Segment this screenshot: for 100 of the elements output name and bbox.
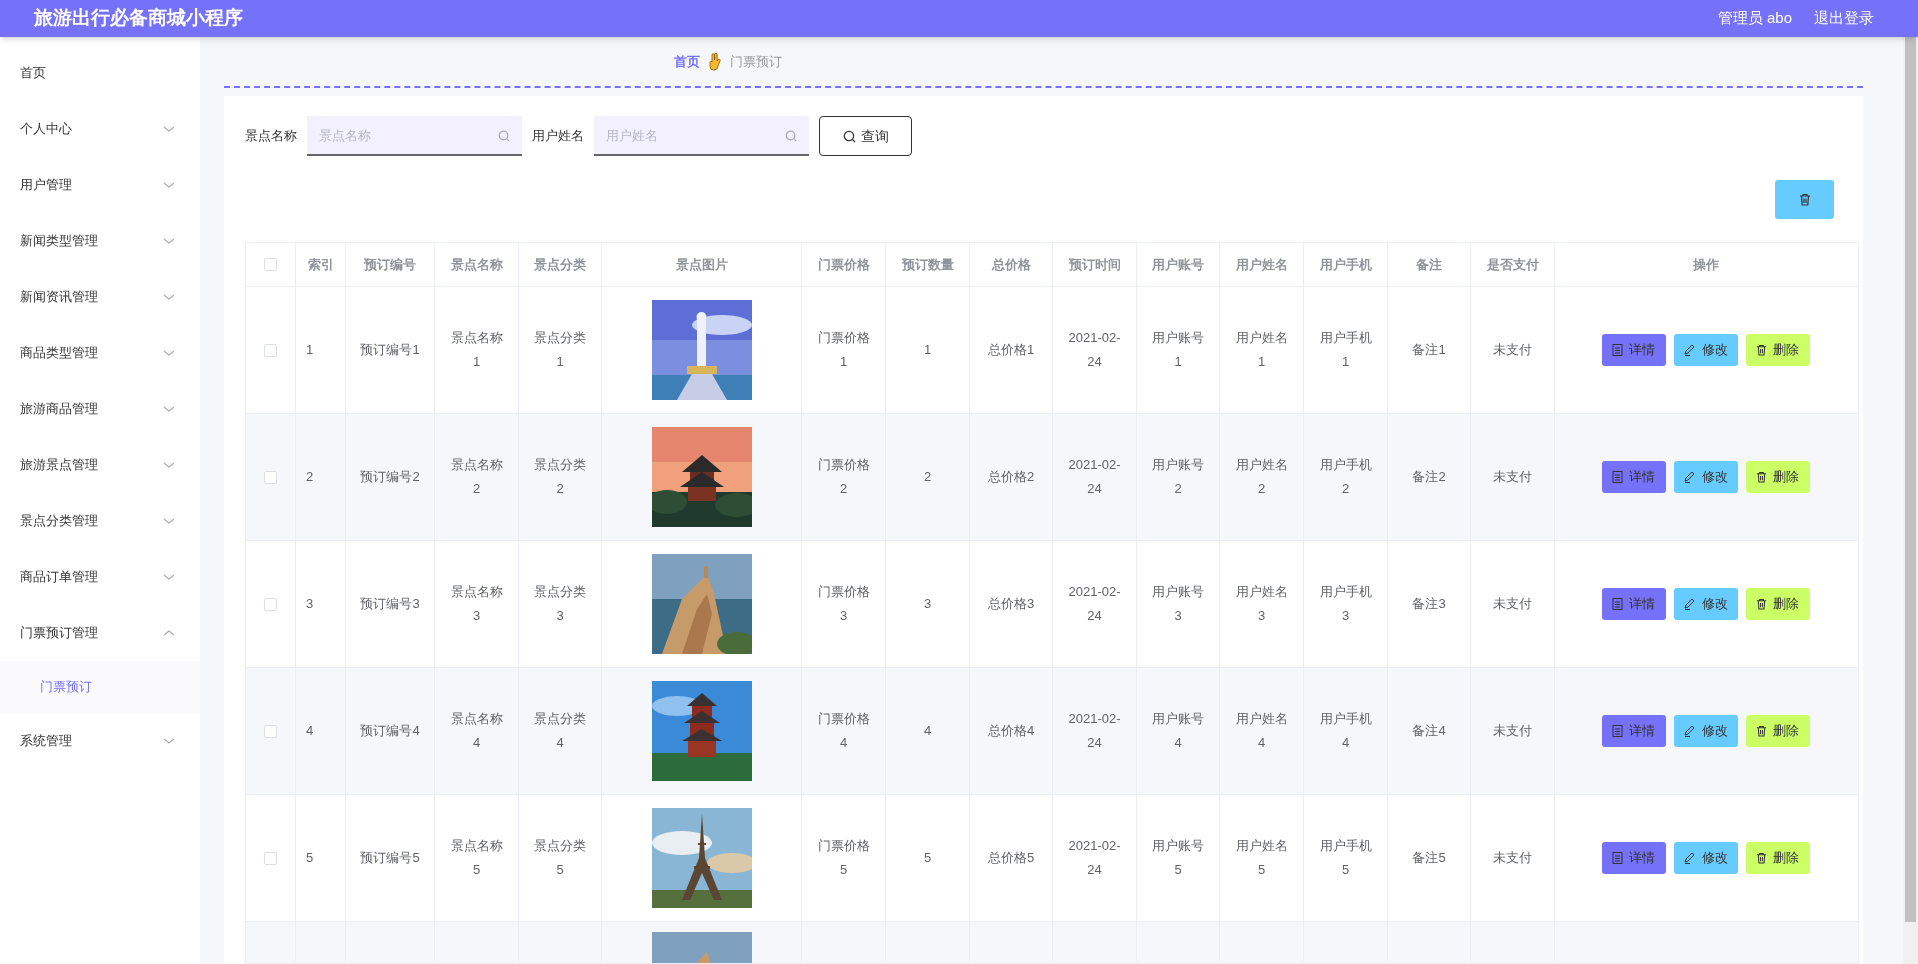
table-cell-text: 景点分类1 <box>533 329 587 371</box>
delete-button[interactable]: 删除 <box>1745 715 1810 747</box>
delete-button[interactable]: 删除 <box>1745 588 1810 620</box>
column-header: 景点图片 <box>675 255 728 274</box>
table-cell-text: 总价格3 <box>987 595 1035 613</box>
table-cell-text: 4 <box>306 722 314 740</box>
logout-link[interactable]: 退出登录 <box>1814 7 1874 30</box>
edit-button[interactable]: 修改 <box>1673 715 1738 747</box>
table-cell-text: 用户手机4 <box>1318 710 1373 752</box>
table-cell-text: 总价格5 <box>987 849 1035 867</box>
column-header: 景点分类 <box>534 255 586 274</box>
table-cell-text: 用户姓名1 <box>1234 329 1289 371</box>
admin-label: 管理员 abo <box>1717 8 1792 29</box>
trash-icon <box>1756 344 1767 356</box>
table-cell-text: 用户账号5 <box>1151 837 1205 879</box>
table-cell-text: 用户账号3 <box>1151 583 1205 625</box>
table-cell-text: 用户姓名3 <box>1234 583 1289 625</box>
pencil-icon <box>1683 725 1696 737</box>
table-cell-text: 景点名称1 <box>449 329 504 371</box>
trash-icon <box>1756 852 1767 864</box>
table-cell-text: 5 <box>306 849 314 867</box>
sidebar-label: 新闻类型管理 <box>20 232 98 251</box>
table-cell-text: 备注4 <box>1412 722 1446 740</box>
sidebar-label: 旅游景点管理 <box>20 456 98 475</box>
checkbox[interactable] <box>264 343 277 357</box>
checkbox[interactable] <box>264 724 277 738</box>
delete-button[interactable]: 删除 <box>1745 334 1810 366</box>
search-icon <box>498 130 510 142</box>
table-cell-text: 景点名称5 <box>449 837 504 879</box>
table-cell-text: 用户姓名4 <box>1234 710 1289 752</box>
sidebar-label: 用户管理 <box>20 176 72 195</box>
batch-delete-button[interactable] <box>1775 179 1834 219</box>
edit-button[interactable]: 修改 <box>1673 842 1738 874</box>
hand-icon <box>708 52 722 71</box>
column-header: 预订数量 <box>901 255 954 274</box>
table-cell-text: 1 <box>306 341 314 359</box>
table-cell-text: 3 <box>306 595 314 613</box>
edit-button[interactable]: 修改 <box>1673 461 1738 493</box>
trash-icon <box>1798 192 1811 206</box>
table-cell-text: 总价格1 <box>987 341 1035 359</box>
sidebar-subitem[interactable]: 门票预订 <box>0 661 200 713</box>
table-cell-text: 未支付 <box>1493 341 1532 359</box>
table-cell-text: 1 <box>923 341 932 359</box>
trash-icon <box>1756 471 1767 483</box>
pencil-icon <box>1683 598 1696 610</box>
checkbox[interactable] <box>264 851 277 865</box>
table-cell-text: 门票价格1 <box>816 329 871 371</box>
table-cell-text: 用户账号1 <box>1151 329 1205 371</box>
table-cell-text: 预订编号3 <box>360 595 420 613</box>
table-cell-text: 2021-02-24 <box>1067 456 1122 498</box>
edit-button[interactable]: 修改 <box>1673 334 1738 366</box>
document-icon <box>1612 471 1623 483</box>
table-cell-text: 3 <box>923 595 932 613</box>
table-cell-text: 用户手机2 <box>1318 456 1373 498</box>
document-icon <box>1612 725 1623 737</box>
table-cell-text: 用户账号4 <box>1151 710 1205 752</box>
document-icon <box>1612 598 1623 610</box>
breadcrumb-current: 门票预订 <box>730 52 782 71</box>
search-icon <box>842 129 856 143</box>
table-cell-text: 2 <box>923 468 932 486</box>
column-header: 备注 <box>1416 255 1442 274</box>
table-cell-text: 备注2 <box>1412 468 1446 486</box>
table-cell-text: 景点名称3 <box>449 583 504 625</box>
column-header: 用户手机 <box>1319 255 1372 274</box>
table-cell-text: 总价格2 <box>987 468 1035 486</box>
pencil-icon <box>1683 471 1696 483</box>
table-cell-text: 门票价格5 <box>816 837 871 879</box>
table-cell-text: 门票价格2 <box>816 456 871 498</box>
edit-button[interactable]: 修改 <box>1673 588 1738 620</box>
column-header: 门票价格 <box>817 255 870 274</box>
table-cell-text: 总价格4 <box>987 722 1035 740</box>
column-header: 景点名称 <box>450 255 503 274</box>
table-cell-text: 用户账号2 <box>1151 456 1205 498</box>
column-header: 用户姓名 <box>1235 255 1288 274</box>
app-title: 旅游出行必备商城小程序 <box>34 6 243 31</box>
checkbox[interactable] <box>264 470 277 484</box>
pencil-icon <box>1683 852 1696 864</box>
table-cell-text: 景点分类4 <box>533 710 587 752</box>
table-cell-text: 4 <box>923 722 932 740</box>
sidebar-label: 景点分类管理 <box>20 512 98 531</box>
breadcrumb-link[interactable]: 首页 <box>674 51 700 72</box>
search-field[interactable]: 用户姓名 <box>594 116 809 156</box>
table-cell-text: 用户姓名5 <box>1234 837 1289 879</box>
table-cell-text: 未支付 <box>1493 468 1532 486</box>
table-cell-text: 预订编号1 <box>360 341 420 359</box>
search-button[interactable]: 查询 <box>819 116 912 156</box>
table-cell-text: 2 <box>306 468 314 486</box>
search-field[interactable]: 景点名称 <box>307 116 522 156</box>
table-cell-text: 未支付 <box>1493 849 1532 867</box>
delete-button[interactable]: 删除 <box>1745 842 1810 874</box>
table-cell-text: 2021-02-24 <box>1067 583 1122 625</box>
checkbox[interactable] <box>264 258 277 271</box>
table-cell-text: 景点名称4 <box>449 710 504 752</box>
delete-button[interactable]: 删除 <box>1745 461 1810 493</box>
sidebar-label: 商品订单管理 <box>20 568 98 587</box>
table-cell-text: 用户姓名2 <box>1234 456 1289 498</box>
table-cell-text: 预订编号5 <box>360 849 420 867</box>
checkbox[interactable] <box>264 597 277 611</box>
table-cell-text: 景点名称2 <box>449 456 504 498</box>
table-cell-text: 未支付 <box>1493 722 1532 740</box>
